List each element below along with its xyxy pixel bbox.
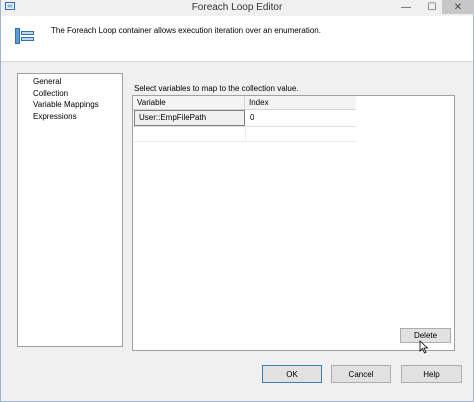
grid-header: Variable Index — [133, 96, 356, 110]
minimize-button[interactable]: — — [392, 0, 420, 14]
close-button[interactable]: ✕ — [442, 0, 474, 14]
nav-item-general[interactable]: General — [18, 76, 122, 88]
title-bar[interactable]: Foreach Loop Editor — ☐ ✕ — [1, 0, 474, 16]
variable-cell[interactable]: User::EmpFilePath — [134, 110, 245, 126]
help-button[interactable]: Help — [401, 365, 462, 383]
ok-button[interactable]: OK — [262, 365, 322, 383]
header-panel: The Foreach Loop container allows execut… — [1, 16, 473, 62]
cell-divider — [245, 127, 246, 141]
nav-item-variable-mappings[interactable]: Variable Mappings — [18, 99, 122, 111]
column-header-variable[interactable]: Variable — [133, 96, 245, 109]
instructions-label: Select variables to map to the collectio… — [134, 84, 299, 93]
variable-mappings-grid[interactable]: Variable Index User::EmpFilePath 0 — [132, 95, 455, 351]
cancel-button[interactable]: Cancel — [331, 365, 391, 383]
new-row[interactable] — [133, 127, 356, 142]
foreach-container-icon — [15, 26, 35, 46]
page-navigation-list: General Collection Variable Mappings Exp… — [17, 73, 123, 347]
column-header-index[interactable]: Index — [245, 96, 356, 109]
header-description: The Foreach Loop container allows execut… — [51, 26, 321, 35]
table-row[interactable]: User::EmpFilePath 0 — [133, 110, 356, 127]
index-cell[interactable]: 0 — [246, 110, 356, 126]
nav-item-collection[interactable]: Collection — [18, 88, 122, 100]
mouse-cursor-icon — [419, 340, 429, 354]
nav-item-expressions[interactable]: Expressions — [18, 111, 122, 123]
dialog-window: Foreach Loop Editor — ☐ ✕ The Foreach Lo… — [0, 0, 474, 402]
